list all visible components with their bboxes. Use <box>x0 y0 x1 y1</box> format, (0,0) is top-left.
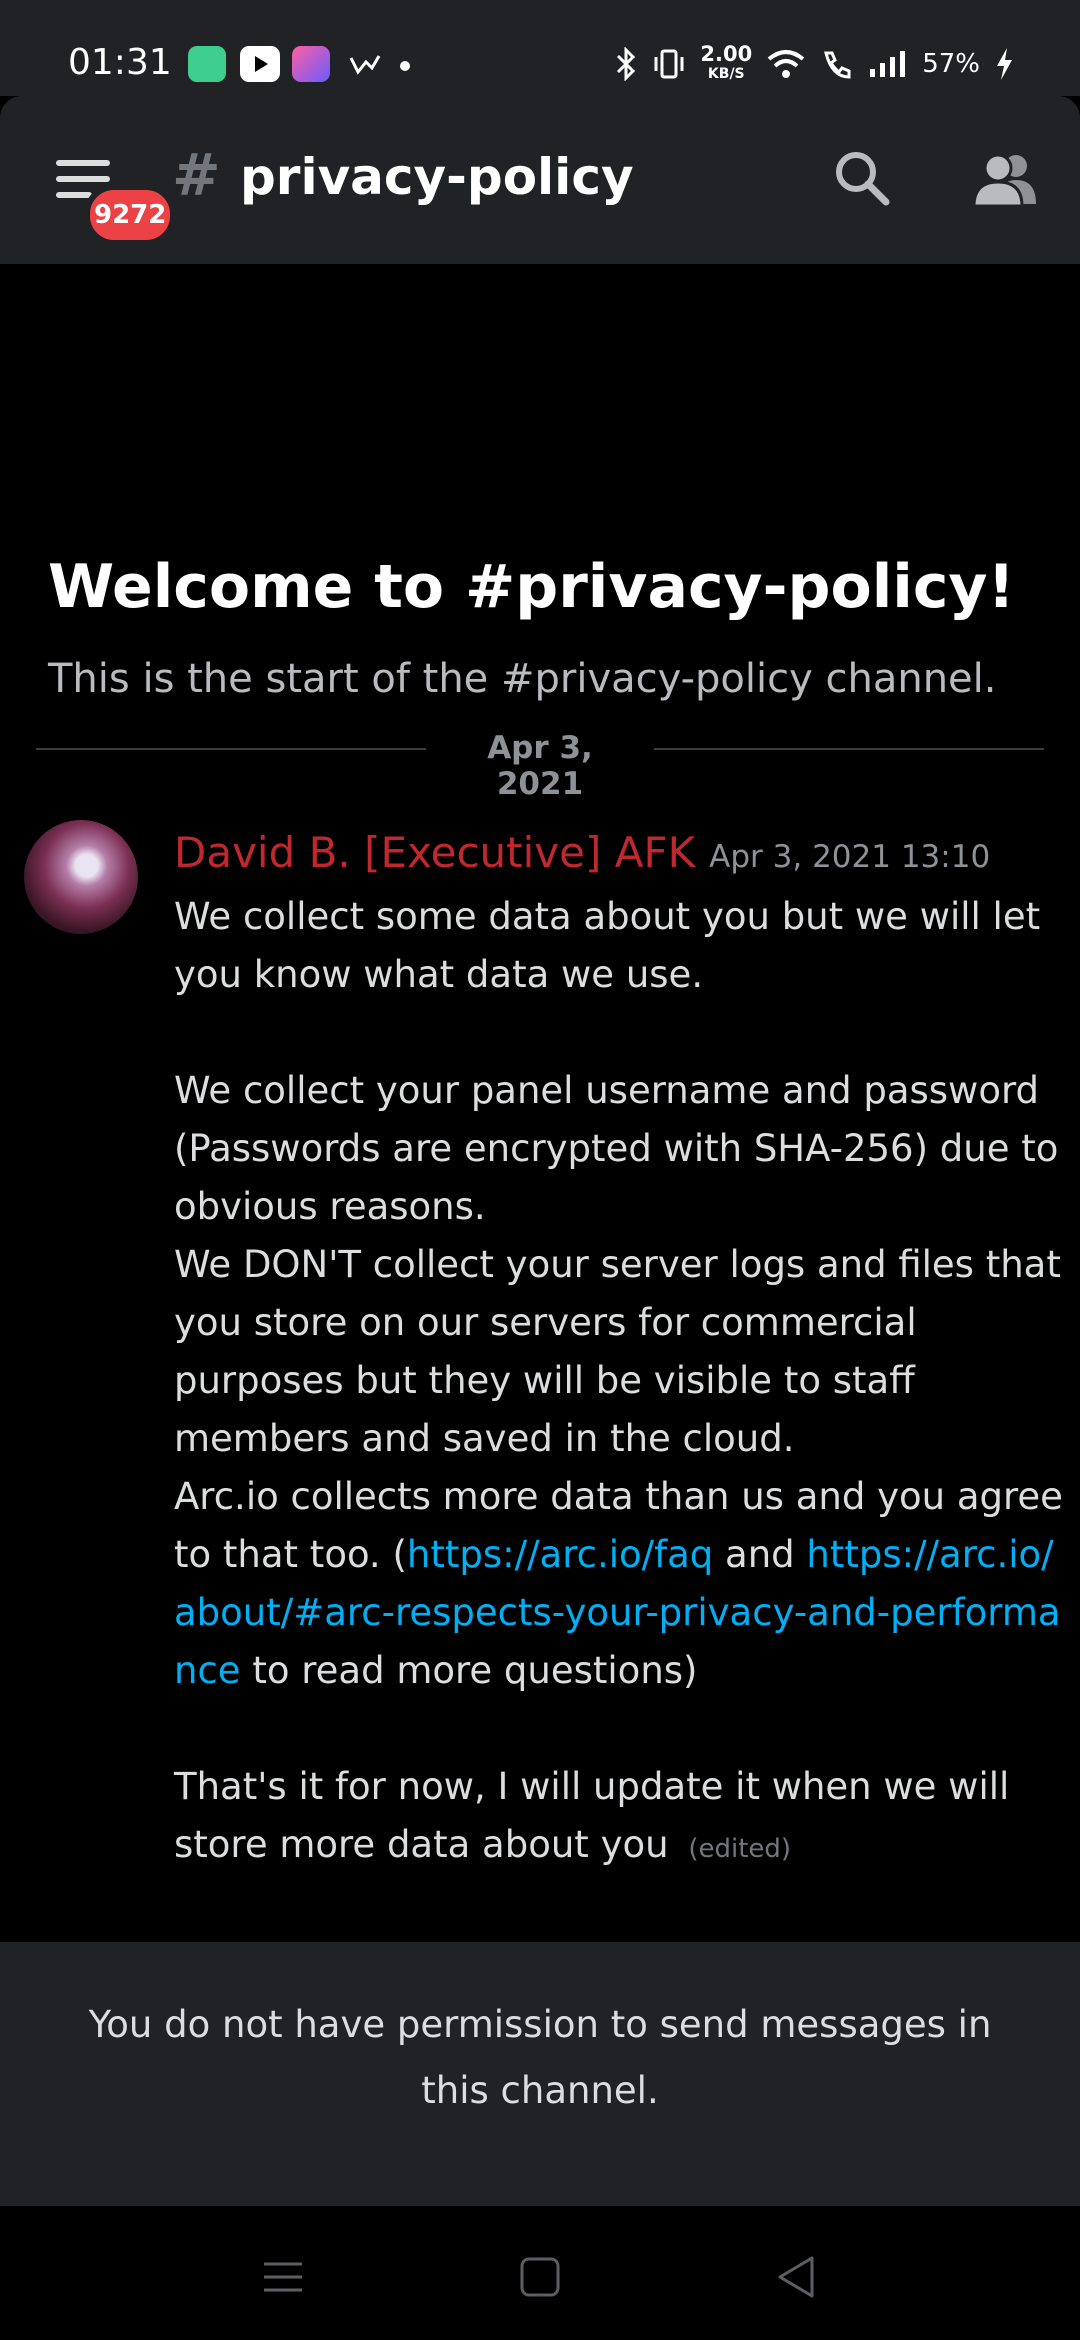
permission-notice: You do not have permission to send messa… <box>0 1942 1080 2206</box>
status-icons: 2.00 KB/S 57% <box>614 42 1014 86</box>
channel-title[interactable]: privacy-policy <box>240 148 634 206</box>
message-body[interactable]: We collect some data about you but we wi… <box>174 888 1064 1878</box>
home-icon[interactable] <box>517 2254 563 2300</box>
message-paragraph: We collect some data about you but we wi… <box>174 895 1041 996</box>
avatar[interactable] <box>24 820 138 934</box>
message-author[interactable]: David B. [Executive] AFK <box>174 828 695 877</box>
message-timestamp: Apr 3, 2021 13:10 <box>709 839 991 875</box>
status-time: 01:31 <box>68 42 172 83</box>
faq-link[interactable]: https://arc.io/faq <box>407 1533 713 1576</box>
youtube-notification-icon <box>240 46 280 82</box>
battery-percent: 57% <box>922 49 980 79</box>
wifi-calling-icon <box>824 51 851 79</box>
date-divider: Apr 3, 2021 <box>487 730 593 802</box>
date-divider-line-right <box>654 748 1044 750</box>
network-speed: 2.00 KB/S <box>700 42 753 83</box>
search-icon[interactable] <box>832 148 892 208</box>
message-paragraph: We DON'T collect your server logs and fi… <box>174 1243 1061 1460</box>
more-notifications-dot <box>400 61 410 71</box>
app-notification-icon <box>188 46 226 82</box>
members-icon[interactable] <box>972 150 1038 210</box>
back-icon[interactable] <box>774 2254 820 2300</box>
hashtag-icon: # <box>172 141 221 209</box>
status-bar: 01:31 2.00 KB/S 57% <box>0 0 1080 96</box>
wifi-icon <box>767 50 805 78</box>
channel-header: 9272 # privacy-policy <box>0 96 1080 264</box>
check-notification-icon <box>348 50 382 84</box>
vibrate-icon <box>654 49 684 79</box>
charging-icon <box>997 48 1012 80</box>
message-paragraph: Arc.io collects more data than us and yo… <box>174 1475 1063 1692</box>
welcome-subtitle: This is the start of the #privacy-policy… <box>48 656 997 702</box>
permission-notice-text: You do not have permission to send messa… <box>88 2003 992 2112</box>
edited-label: (edited) <box>688 1834 792 1864</box>
signal-icon <box>870 51 906 77</box>
message-paragraph: That's it for now, I will update it when… <box>174 1765 1010 1866</box>
app-notification-icon <box>292 46 330 82</box>
welcome-title: Welcome to #privacy-policy! <box>48 552 1015 622</box>
unread-badge: 9272 <box>84 184 177 246</box>
date-divider-line-left <box>36 748 426 750</box>
bluetooth-icon <box>617 47 636 81</box>
message-paragraph: We collect your panel username and passw… <box>174 1069 1059 1228</box>
message-header: David B. [Executive] AFK Apr 3, 2021 13:1… <box>174 828 990 877</box>
recents-icon[interactable] <box>260 2254 306 2300</box>
